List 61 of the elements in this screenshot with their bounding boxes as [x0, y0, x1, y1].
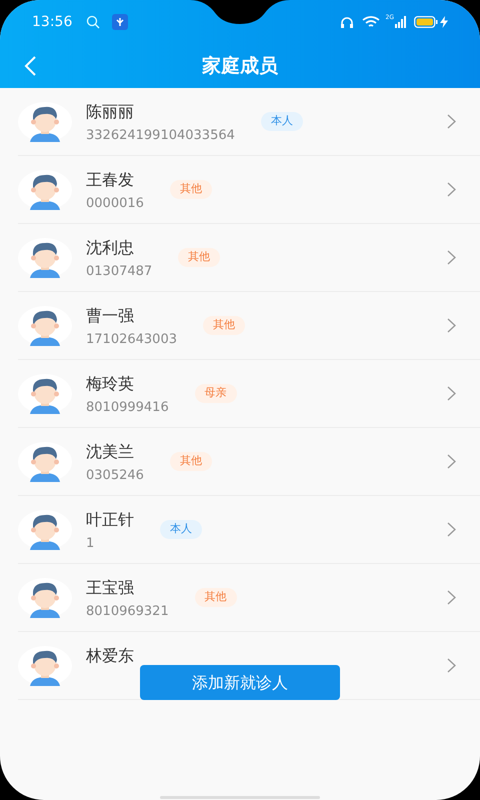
relation-tag: 其他	[178, 248, 220, 267]
headset-icon	[340, 16, 354, 28]
member-name: 王春发	[86, 168, 135, 190]
member-name: 曹一强	[86, 304, 135, 326]
avatar-icon	[18, 170, 72, 210]
member-row[interactable]: 沈利忠 01307487 其他	[18, 224, 480, 292]
chevron-right-icon	[447, 590, 456, 605]
member-name: 叶正针	[86, 508, 134, 530]
avatar-icon	[18, 238, 72, 278]
relation-tag: 其他	[170, 452, 212, 471]
member-id: 0305246	[86, 466, 144, 484]
page-title: 家庭成员	[202, 54, 278, 79]
avatar-icon	[18, 578, 72, 618]
relation-tag: 其他	[202, 316, 245, 335]
search-icon	[86, 15, 100, 29]
member-id: 1	[86, 534, 96, 552]
chevron-right-icon	[447, 522, 456, 537]
charging-icon	[440, 16, 448, 28]
member-id: 17102643003	[86, 330, 177, 348]
relation-tag: 本人	[160, 520, 202, 539]
member-id: 8010999416	[86, 398, 169, 416]
member-name: 王宝强	[86, 576, 135, 598]
relation-tag: 本人	[260, 112, 303, 131]
member-row[interactable]: 叶正针 1 本人	[18, 496, 480, 564]
battery-icon	[414, 16, 438, 28]
chevron-right-icon	[447, 318, 456, 333]
back-icon	[23, 55, 37, 77]
member-name: 林爱东	[86, 644, 134, 666]
member-row[interactable]: 王春发 0000016 其他	[18, 156, 480, 224]
avatar-icon	[18, 374, 72, 414]
chevron-right-icon	[447, 250, 456, 265]
member-row[interactable]: 陈丽丽 332624199104033564 本人	[18, 88, 480, 156]
chevron-right-icon	[447, 386, 456, 401]
relation-tag: 母亲	[194, 384, 237, 403]
app-badge-icon	[112, 14, 128, 30]
member-name: 陈丽丽	[86, 100, 135, 122]
member-name: 沈利忠	[86, 236, 135, 258]
member-row[interactable]: 王宝强 8010969321 其他	[18, 564, 480, 632]
member-row[interactable]: 曹一强 17102643003 其他	[18, 292, 480, 360]
member-id: 8010969321	[86, 602, 169, 620]
chevron-right-icon	[447, 182, 456, 197]
member-id: 01307487	[86, 262, 152, 280]
signal-icon	[394, 16, 406, 28]
member-id: 0000016	[86, 194, 144, 212]
chevron-right-icon	[447, 454, 456, 469]
member-id: 332624199104033564	[86, 126, 235, 144]
relation-tag: 其他	[194, 588, 237, 607]
chevron-right-icon	[447, 114, 456, 129]
member-row[interactable]: 梅玲英 8010999416 母亲	[18, 360, 480, 428]
avatar-icon	[18, 102, 72, 142]
relation-tag: 其他	[170, 180, 212, 199]
member-row[interactable]: 沈美兰 0305246 其他	[18, 428, 480, 496]
avatar-icon	[18, 646, 72, 686]
avatar-icon	[18, 306, 72, 346]
member-name: 梅玲英	[86, 372, 135, 394]
status-time: 13:56	[32, 12, 72, 32]
chevron-right-icon	[447, 658, 456, 673]
member-name: 沈美兰	[86, 440, 135, 462]
avatar-icon	[18, 442, 72, 482]
wifi-icon	[362, 16, 380, 28]
avatar-icon	[18, 510, 72, 550]
